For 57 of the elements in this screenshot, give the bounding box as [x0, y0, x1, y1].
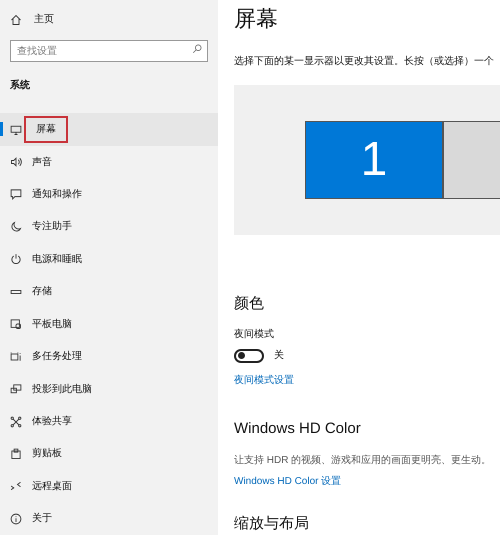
- section-heading: 系统: [9, 78, 31, 94]
- nav-item[interactable]: 体验共享: [0, 405, 218, 438]
- section-heading: Windows HD Color: [234, 419, 362, 439]
- clipboard-icon: [10, 448, 22, 460]
- monitor-tile[interactable]: [443, 120, 500, 199]
- speaker-icon: [10, 156, 22, 168]
- info-icon: [10, 512, 22, 525]
- nav-item[interactable]: 关于: [0, 502, 218, 535]
- multitask-icon: [10, 350, 22, 363]
- nav-label: 通知和操作: [32, 188, 82, 202]
- nav-label: 体验共享: [32, 414, 72, 430]
- section-heading: 缩放与布局: [234, 514, 310, 534]
- toggle-state: 关: [274, 348, 284, 363]
- moon-icon: [10, 220, 22, 233]
- nav-item[interactable]: 多任务处理: [0, 340, 218, 373]
- toggle-switch[interactable]: [234, 348, 264, 362]
- nav-item[interactable]: 声音: [0, 146, 218, 178]
- nav-label: 远程桌面: [32, 480, 72, 494]
- settings-link[interactable]: 夜间模式设置: [234, 373, 500, 388]
- nav-label: 电源和睡眠: [32, 252, 82, 267]
- power-icon: [10, 253, 22, 266]
- nav-item[interactable]: 远程桌面: [0, 470, 218, 503]
- nav-label: 屏幕: [24, 116, 68, 144]
- nav-item[interactable]: 通知和操作: [0, 178, 218, 211]
- nav-item[interactable]: 电源和睡眠: [0, 243, 218, 276]
- description: 让支持 HDR 的视频、游戏和应用的画面更明亮、更生动。: [234, 454, 492, 468]
- nav-label: 多任务处理: [32, 350, 82, 364]
- description: 选择下面的某一显示器以更改其设置。长按（或选择）一个: [234, 54, 495, 69]
- nav-item[interactable]: 投影到此电脑: [0, 372, 218, 406]
- home-link[interactable]: 主页: [34, 12, 54, 28]
- nav-label: 剪贴板: [32, 446, 62, 462]
- search-icon: [192, 44, 202, 54]
- message-icon: [10, 188, 22, 200]
- project-icon: [10, 383, 22, 396]
- nav-item[interactable]: 剪贴板: [0, 438, 218, 470]
- nav-label: 专注助手: [32, 220, 72, 234]
- search-field[interactable]: 查找设置: [10, 40, 208, 62]
- nav-label: 投影到此电脑: [32, 382, 92, 397]
- page-title: 屏幕: [234, 5, 279, 33]
- monitor-tile[interactable]: 1: [305, 120, 443, 199]
- section-heading: 颜色: [234, 294, 265, 314]
- setting-label: 夜间模式: [234, 328, 275, 342]
- nav-label: 声音: [32, 156, 52, 170]
- nav-item[interactable]: 专注助手: [0, 210, 218, 244]
- nav-label: 平板电脑: [32, 318, 72, 332]
- nav-item[interactable]: 存储: [0, 276, 218, 308]
- home-icon: [10, 14, 22, 26]
- settings-link[interactable]: Windows HD Color 设置: [234, 474, 500, 488]
- tablet-icon: [10, 318, 22, 330]
- monitor-icon: [10, 124, 22, 136]
- remote-icon: [10, 480, 22, 492]
- nav-label: 关于: [32, 512, 52, 526]
- share-icon: [10, 416, 22, 428]
- nav-item[interactable]: 屏幕: [0, 113, 218, 146]
- nav-item[interactable]: 平板电脑: [0, 308, 218, 340]
- nav-label: 存储: [32, 284, 52, 300]
- selection-bar: [0, 122, 3, 136]
